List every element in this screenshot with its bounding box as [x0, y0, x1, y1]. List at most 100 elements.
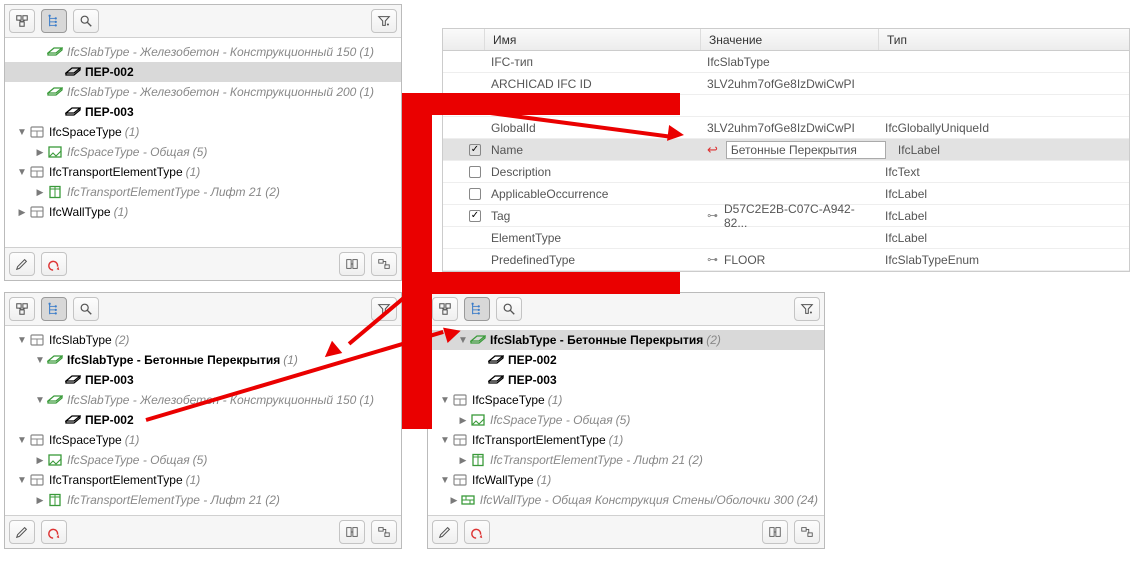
tree-row[interactable]: IfcSpaceType - Общая(5) [428, 410, 824, 430]
checkbox[interactable] [469, 144, 481, 156]
tree-row[interactable]: IfcSpaceType - Общая(5) [5, 450, 401, 470]
tree-row[interactable]: ПЕР-002 [5, 410, 401, 430]
disclosure-triangle-icon[interactable] [35, 455, 45, 466]
property-type [879, 73, 1129, 94]
new-structure-button[interactable] [9, 9, 35, 33]
property-row[interactable]: PredefinedType⊶FLOORIfcSlabTypeEnum [443, 249, 1129, 271]
property-indicator [443, 117, 485, 138]
tree-row[interactable]: IfcSlabType - Железобетон - Конструкцион… [5, 42, 401, 62]
undo-icon[interactable]: ↩ [707, 142, 718, 158]
undo-icon [470, 525, 484, 539]
tree-row[interactable]: IfcSlabType(2) [5, 330, 401, 350]
slab-black-icon [65, 65, 81, 79]
value-input[interactable]: Бетонные Перекрытия [726, 141, 886, 159]
search-button[interactable] [73, 297, 99, 321]
assign2-icon [377, 257, 391, 271]
checkbox[interactable] [469, 210, 481, 222]
property-table: Имя Значение Тип IFC-типIfcSlabTypeARCHI… [442, 28, 1130, 272]
property-row[interactable]: Name↩Бетонные ПерекрытияIfcLabel [443, 139, 1129, 161]
property-row[interactable]: IFC-типIfcSlabType [443, 51, 1129, 73]
tree-row[interactable]: IfcTransportElementType(1) [428, 430, 824, 450]
assign1-button[interactable] [339, 520, 365, 544]
tree-view-button[interactable] [41, 297, 67, 321]
tree-item-count: (1) [359, 85, 374, 99]
tree-body[interactable]: IfcSlabType(2)IfcSlabType - Бетонные Пер… [5, 326, 401, 515]
tree-row[interactable]: IfcSpaceType(1) [5, 430, 401, 450]
tree-row[interactable]: ПЕР-003 [5, 370, 401, 390]
tree-row[interactable]: IfcTransportElementType - Лифт 21(2) [5, 490, 401, 510]
tree-row[interactable]: IfcSlabType - Бетонные Перекрытия(2) [428, 330, 824, 350]
new-structure-button[interactable] [432, 297, 458, 321]
filter-button[interactable] [371, 9, 397, 33]
header-name[interactable]: Имя [485, 29, 701, 50]
disclosure-triangle-icon[interactable] [35, 495, 45, 506]
tree-row[interactable]: IfcTransportElementType(1) [5, 470, 401, 490]
tree-body[interactable]: IfcSlabType - Железобетон - Конструкцион… [5, 38, 401, 247]
disclosure-triangle-icon[interactable] [35, 187, 45, 198]
property-row[interactable]: ARCHICAD IFC ID3LV2uhm7ofGe8IzDwiCwPI [443, 73, 1129, 95]
new-structure-button[interactable] [9, 297, 35, 321]
assign1-button[interactable] [339, 252, 365, 276]
disclosure-triangle-icon[interactable] [17, 335, 27, 346]
tree-body[interactable]: IfcSlabType - Бетонные Перекрытия(2)ПЕР-… [428, 326, 824, 515]
tree-row[interactable]: IfcWallType(1) [5, 202, 401, 222]
disclosure-triangle-icon[interactable] [458, 415, 468, 426]
tree-row[interactable]: ПЕР-002 [428, 350, 824, 370]
filter-button[interactable] [794, 297, 820, 321]
property-value[interactable]: ↩ Бетонные Перекрытия [701, 139, 892, 160]
tree-item-count: (2) [115, 333, 130, 347]
edit-button[interactable] [9, 520, 35, 544]
disclosure-triangle-icon[interactable] [35, 395, 45, 406]
checkbox[interactable] [469, 166, 481, 178]
tree-row[interactable]: IfcSlabType - Железобетон - Конструкцион… [5, 82, 401, 102]
disclosure-triangle-icon[interactable] [440, 395, 450, 406]
tree-row[interactable]: ПЕР-003 [5, 102, 401, 122]
property-indicator [443, 205, 485, 226]
tree-row[interactable]: IfcWallType - Общая Конструкция Стены/Об… [428, 490, 824, 510]
tree-row[interactable]: IfcSpaceType - Общая(5) [5, 142, 401, 162]
disclosure-triangle-icon[interactable] [440, 475, 450, 486]
tree-view-button[interactable] [41, 9, 67, 33]
tree-row[interactable]: ПЕР-003 [428, 370, 824, 390]
header-blank[interactable] [443, 29, 485, 50]
disclosure-triangle-icon[interactable] [17, 435, 27, 446]
tree-row[interactable]: IfcTransportElementType - Лифт 21(2) [428, 450, 824, 470]
assign2-button[interactable] [794, 520, 820, 544]
undo-button[interactable] [41, 252, 67, 276]
disclosure-triangle-icon[interactable] [35, 355, 45, 366]
property-row[interactable]: Tag⊶D57C2E2B-C07C-A942-82...IfcLabel [443, 205, 1129, 227]
space-green-icon [470, 413, 486, 427]
tree-row[interactable]: ПЕР-002 [5, 62, 401, 82]
checkbox[interactable] [469, 188, 481, 200]
disclosure-triangle-icon[interactable] [17, 167, 27, 178]
tree-item-count: (1) [609, 433, 624, 447]
property-row[interactable]: DescriptionIfcText [443, 161, 1129, 183]
tree-item-label: IfcWallType [49, 205, 111, 219]
search-button[interactable] [73, 9, 99, 33]
tree-item-count: (1) [359, 45, 374, 59]
tree-row[interactable]: IfcWallType(1) [428, 470, 824, 490]
tree-row[interactable]: IfcTransportElementType(1) [5, 162, 401, 182]
edit-button[interactable] [432, 520, 458, 544]
undo-button[interactable] [464, 520, 490, 544]
disclosure-triangle-icon[interactable] [17, 475, 27, 486]
search-button[interactable] [496, 297, 522, 321]
assign1-button[interactable] [762, 520, 788, 544]
disclosure-triangle-icon[interactable] [440, 435, 450, 446]
header-value[interactable]: Значение [701, 29, 879, 50]
assign2-button[interactable] [371, 520, 397, 544]
disclosure-triangle-icon[interactable] [458, 455, 468, 466]
tree-view-button[interactable] [464, 297, 490, 321]
disclosure-triangle-icon[interactable] [35, 147, 45, 158]
tree-row[interactable]: IfcSpaceType(1) [428, 390, 824, 410]
property-row[interactable]: ElementTypeIfcLabel [443, 227, 1129, 249]
disclosure-triangle-icon[interactable] [17, 207, 27, 218]
assign2-button[interactable] [371, 252, 397, 276]
undo-button[interactable] [41, 520, 67, 544]
header-type[interactable]: Тип [879, 29, 1129, 50]
edit-button[interactable] [9, 252, 35, 276]
tree-row[interactable]: IfcTransportElementType - Лифт 21(2) [5, 182, 401, 202]
disclosure-triangle-icon[interactable] [450, 495, 457, 506]
disclosure-triangle-icon[interactable] [17, 127, 27, 138]
tree-row[interactable]: IfcSpaceType(1) [5, 122, 401, 142]
